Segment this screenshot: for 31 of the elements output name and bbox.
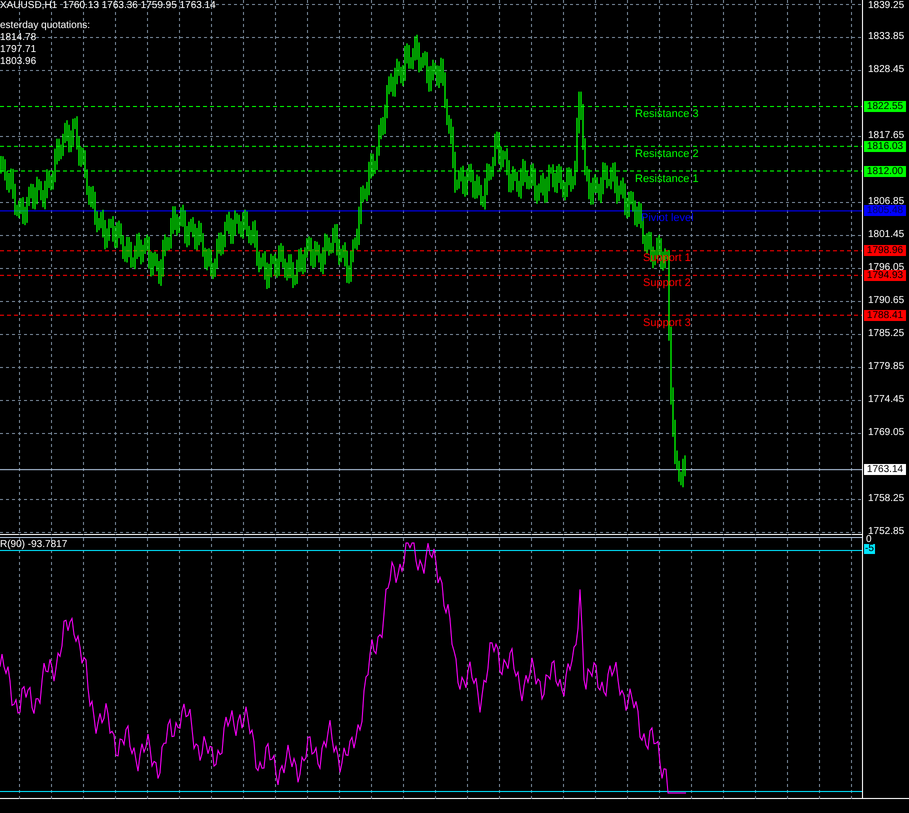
price-tick: 1779.85 (868, 361, 904, 372)
level-price-tag: 1816.03 (864, 140, 906, 152)
price-tick: 1790.65 (868, 295, 904, 306)
price-tick: 1769.05 (868, 427, 904, 438)
price-tick: 1839.25 (868, 0, 904, 11)
quotations-title: esterday quotations: (0, 20, 90, 32)
level-price-tag: 1822.55 (864, 101, 906, 112)
indicator-label: R(90) -93.7817 (0, 539, 68, 550)
level-label: Resistance 1 (635, 172, 699, 185)
indicator-scale-tick: 0 (866, 535, 872, 545)
level-price-tag: 1788.41 (864, 310, 906, 321)
price-tick: 1774.45 (868, 394, 904, 405)
symbol-info: XAUUSD,H1 1760.13 1763.36 1759.95 1763.14 (0, 0, 216, 11)
level-label: Resistance 3 (635, 108, 699, 120)
indicator-level-tag: -5 (864, 544, 875, 554)
price-tick: 1758.25 (868, 493, 904, 504)
current-price-tag: 1763.14 (864, 464, 906, 476)
level-price-tag: 1812.00 (864, 166, 906, 177)
price-tick: 1833.85 (868, 31, 904, 42)
level-price-tag: 1794.93 (864, 270, 906, 281)
price-tick: 1801.45 (868, 229, 904, 240)
price-tick: 1806.85 (868, 196, 904, 207)
price-tick: 1785.25 (868, 328, 904, 339)
level-label: Resistance 2 (635, 148, 699, 160)
price-tick: 1817.65 (868, 130, 904, 141)
quotation-value: 1803.96 (0, 56, 38, 68)
level-price-tag: 1805.48 (864, 205, 906, 216)
quotation-value: 1814.78 (0, 32, 38, 44)
level-price-tag: 1798.96 (864, 245, 906, 256)
price-tick: 1828.45 (868, 64, 904, 75)
quotation-value: 1797.71 (0, 44, 38, 56)
